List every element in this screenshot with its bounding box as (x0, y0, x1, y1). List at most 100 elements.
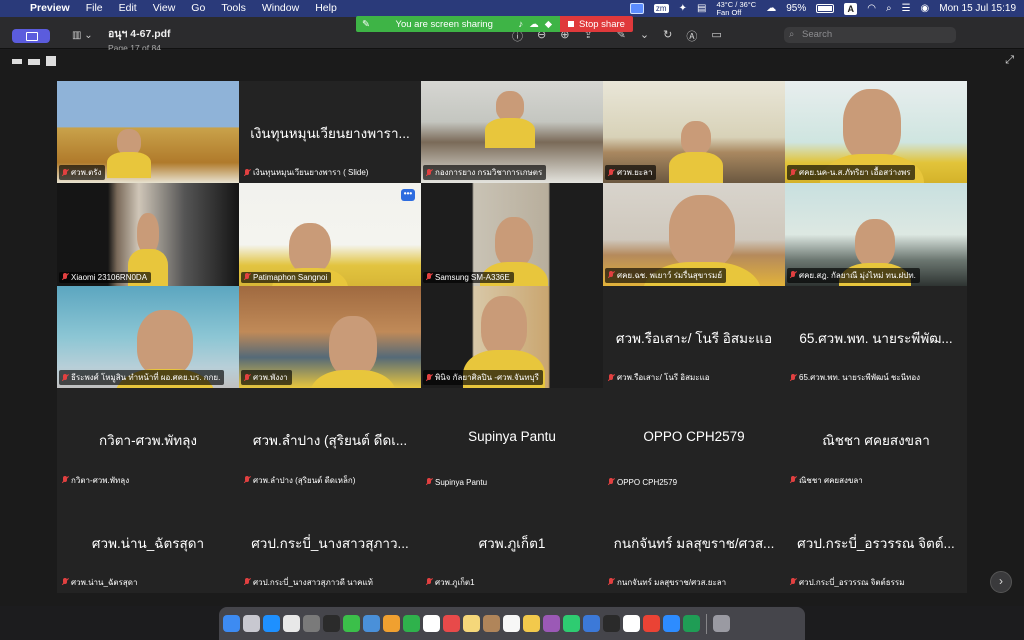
battery-icon[interactable] (816, 4, 835, 13)
launchpad-icon[interactable] (243, 615, 260, 632)
participant-tile[interactable]: ศวพ.น่าน_ฉัตรสุดา ศวพ.น่าน_ฉัตรสุดา (57, 490, 239, 593)
siri-icon[interactable]: ◉ (921, 3, 930, 14)
pin-icon[interactable]: ✎ (362, 19, 370, 30)
participant-name: Xiaomi 23106RN0DA (71, 272, 148, 282)
screen-share-status-icon[interactable] (629, 3, 644, 14)
photos-icon[interactable] (383, 615, 400, 632)
participant-tile[interactable]: 65.ศวพ.พท. นายระพีพัฒ... 65.ศวพ.พท. นายระ… (785, 285, 967, 389)
facetime-icon[interactable] (403, 615, 420, 632)
participant-tile[interactable]: ศคย.สฎ. กัลยาณี มุ่งไหม่ ทน.ฝปท. (785, 183, 967, 286)
finder-icon[interactable] (223, 615, 240, 632)
fullscreen-icon[interactable]: ⤢ (1005, 54, 1014, 67)
excel-icon[interactable] (683, 615, 700, 632)
markup-chevron-icon[interactable]: ⌄ (640, 28, 649, 44)
chrome-alt-icon[interactable] (643, 615, 660, 632)
chrome-icon[interactable] (623, 615, 640, 632)
participant-tile[interactable]: ••• Patimaphon Sangnoi (239, 183, 421, 286)
minimize-thumb-icon[interactable] (12, 59, 22, 64)
speaker-view-icon[interactable] (28, 59, 40, 65)
rotate-icon[interactable]: ↻ (663, 28, 672, 44)
notes-icon[interactable] (463, 615, 480, 632)
stop-share-label: Stop share (579, 18, 625, 30)
app-store-icon[interactable] (263, 615, 280, 632)
input-source-indicator[interactable]: A (844, 2, 858, 15)
muted-mic-icon (790, 168, 796, 177)
participant-tile[interactable]: ศวพ.ลำปาง (สุริยนต์ ดีดเ... ศวพ.ลำปาง (สุ… (239, 388, 421, 491)
participant-tile[interactable]: ธีระพงศ์ โหมูสิน ทำหน้าที่ ผอ.ศคย.บร. กก… (57, 285, 239, 389)
search-field[interactable]: ⌕ Search (784, 27, 956, 43)
system-settings-icon[interactable] (283, 615, 300, 632)
trash-icon[interactable] (713, 615, 730, 632)
clipboard-icon[interactable]: ▤ (697, 3, 706, 14)
next-page-button[interactable]: › (990, 571, 1012, 593)
participant-tile[interactable]: ศคย.นค-น.ส.ภัทริยา เอื้อสว่างพร (785, 81, 967, 184)
battery-percent[interactable]: 95% (786, 3, 806, 14)
participant-tile[interactable]: Supinya Pantu Supinya Pantu (421, 388, 603, 491)
preview-icon[interactable] (503, 615, 520, 632)
participant-tile[interactable]: ศวพ.พังงา (239, 285, 421, 389)
menu-help[interactable]: Help (307, 0, 345, 17)
zoom-status-icon[interactable]: zm (653, 4, 669, 13)
menu-go[interactable]: Go (183, 0, 213, 17)
gallery-view-icon[interactable] (46, 56, 56, 66)
temperature-widget[interactable]: 43°C / 36°C Fan Off (716, 0, 756, 17)
participant-tile[interactable]: ศวพ.ตรัง (57, 81, 239, 184)
sidebar-toggle-button[interactable] (12, 29, 50, 43)
participant-grid: ศวพ.ตรัง เงินทุนหมุนเวียนยางพารา... เงินทุ… (57, 81, 967, 593)
menu-edit[interactable]: Edit (111, 0, 145, 17)
participant-tile[interactable]: ศวพ.ยะลา (603, 81, 785, 184)
annotate-icon[interactable]: Ⓐ (686, 28, 697, 44)
participant-tile[interactable]: ศวป.กระบี่_อรวรรณ จิตต์... ศวป.กระบี่_อรว… (785, 490, 967, 593)
clock[interactable]: Mon 15 Jul 15:19 (939, 3, 1016, 14)
keynote-icon[interactable] (483, 615, 500, 632)
participant-tile[interactable]: ศวพ.ภูเก็ต1 ศวพ.ภูเก็ต1 (421, 490, 603, 593)
mail-icon[interactable] (363, 615, 380, 632)
maps-icon[interactable] (603, 615, 620, 632)
participant-tile[interactable]: OPPO CPH2579 OPPO CPH2579 (603, 388, 785, 491)
participant-tile[interactable]: Samsung SM-A336E (421, 183, 603, 286)
gallery-view-controls[interactable] (12, 56, 56, 66)
screen-share-banner: ✎ You are screen sharing ♪ ☁ ◆ Stop shar… (356, 16, 633, 32)
menu-window[interactable]: Window (254, 0, 307, 17)
podcasts-icon[interactable] (543, 615, 560, 632)
terminal-icon[interactable] (303, 615, 320, 632)
participant-tile[interactable]: เงินทุนหมุนเวียนยางพารา... เงินทุนหมุนเวี… (239, 81, 421, 184)
messages-icon[interactable] (343, 615, 360, 632)
participant-tile[interactable]: พินิจ กัลยาศิลปิน -ศวพ.จันทบุรี (421, 285, 603, 389)
participant-tile[interactable]: Xiaomi 23106RN0DA (57, 183, 239, 286)
participant-tile[interactable]: กวิตา-ศวพ.พัทลุง กวิตา-ศวพ.พัทลุง (57, 388, 239, 491)
participant-name: ศวพ.น่าน_ฉัตรสุดา (71, 577, 138, 587)
menu-file[interactable]: File (78, 0, 111, 17)
zoom-app-icon[interactable] (583, 615, 600, 632)
participant-tile[interactable]: กองการยาง กรมวิชาการเกษตร (421, 81, 603, 184)
menu-view[interactable]: View (145, 0, 184, 17)
search-icon[interactable]: ⌕ (886, 3, 892, 14)
participant-tile[interactable]: ศวป.กระบี่_นางสาวสุภาว... ศวป.กระบี่_นางส… (239, 490, 421, 593)
view-menu-button[interactable]: ▥ ⌄ (72, 30, 93, 41)
zoom-icon[interactable] (663, 615, 680, 632)
participant-nametag: พินิจ กัลยาศิลปิน -ศวพ.จันทบุรี (423, 370, 543, 386)
cloud-sync-icon[interactable]: ☁ (529, 19, 539, 30)
line-icon[interactable] (563, 615, 580, 632)
participant-nametag: ศคย.นค-น.ส.ภัทริยา เอื้อสว่างพร (787, 165, 915, 181)
calendar-icon[interactable] (423, 615, 440, 632)
participant-tile[interactable]: กนกจันทร์ มลสุขราช/ศวส... กนกจันทร์ มลสุข… (603, 490, 785, 593)
form-fill-icon[interactable]: ▭ (711, 28, 721, 44)
muted-mic-icon (426, 168, 432, 177)
reminders-icon[interactable] (443, 615, 460, 632)
cloud-icon[interactable]: ☁ (766, 3, 776, 14)
participant-nametag: Xiaomi 23106RN0DA (59, 271, 152, 283)
mic-icon[interactable]: ♪ (518, 19, 523, 30)
participant-tile[interactable]: ศวพ.รือเสาะ/ โนรี อิสมะแอ ศวพ.รือเสาะ/ โน… (603, 285, 785, 389)
control-center-icon[interactable]: ☰ (902, 3, 911, 14)
participant-tile[interactable]: ศคย.ฉช. พเยาว์ ร่มรื่นสุขารมย์ (603, 183, 785, 286)
stickies-icon[interactable] (523, 615, 540, 632)
menu-tools[interactable]: Tools (213, 0, 254, 17)
participant-tile[interactable]: ณิชชา ศคยสงขลา ณิชชา ศคยสงขลา (785, 388, 967, 491)
wifi-icon[interactable]: ◠ (867, 3, 876, 14)
stop-share-button[interactable]: Stop share (560, 16, 633, 32)
app-menu[interactable]: Preview (22, 0, 78, 17)
activity-monitor-icon[interactable] (323, 615, 340, 632)
more-options-icon[interactable]: ••• (401, 189, 415, 202)
dropbox-icon[interactable]: ✦ (679, 3, 687, 14)
